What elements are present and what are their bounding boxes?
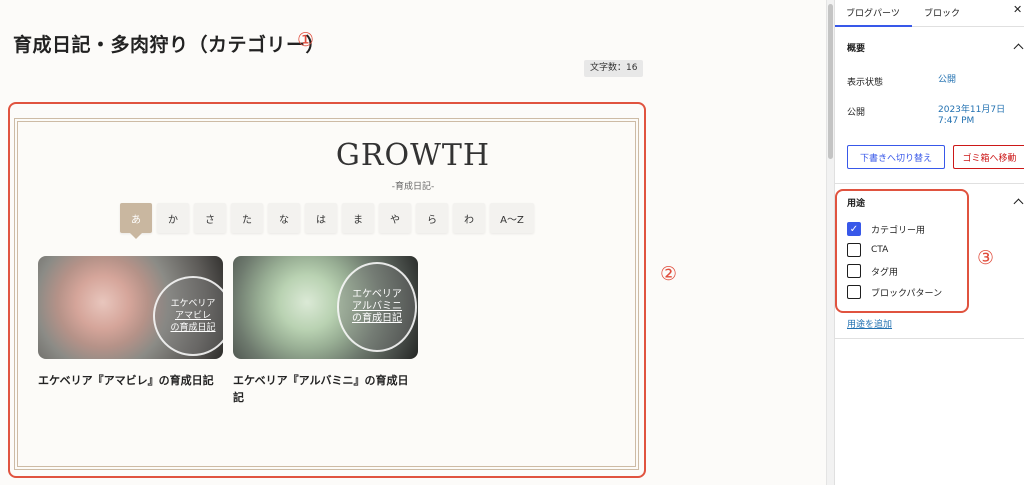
visibility-value[interactable]: 公開 [938, 75, 956, 86]
usage-option-block-pattern[interactable]: ブロックパターン [847, 285, 942, 299]
caption-line: アマビレ [174, 311, 211, 321]
summary-panel-heading[interactable]: 概要 [847, 41, 865, 54]
annotation-2: ② [660, 263, 678, 285]
usage-option-label: ブロックパターン [871, 288, 943, 299]
usage-option-category[interactable]: ✓ カテゴリー用 [847, 222, 925, 236]
move-to-trash-button[interactable]: ゴミ箱へ移動 [953, 145, 1024, 169]
checkbox[interactable] [847, 285, 861, 299]
post-thumbnail[interactable]: エケベリア アルバミニ の育成日記 [233, 256, 418, 359]
page-title[interactable]: 育成日記・多肉狩り（カテゴリー） [13, 30, 325, 57]
caption-line: の育成日記 [352, 313, 402, 324]
checkbox-checked[interactable]: ✓ [847, 222, 861, 236]
add-usage-link[interactable]: 用途を追加 [847, 317, 892, 330]
annotation-1: ① [297, 29, 315, 51]
visibility-label: 表示状態 [847, 78, 884, 88]
settings-sidebar: ブログパーツ ブロック ✕ 概要 表示状態 公開 公開 2023年11月7日 7… [834, 0, 1024, 485]
usage-option-label: CTA [871, 245, 889, 255]
tab-blog-parts[interactable]: ブログパーツ [846, 6, 900, 19]
post-card[interactable]: エケベリア アマビレ の育成日記 エケベリア『アマビレ』の育成日記 [38, 256, 223, 389]
page-title-text[interactable]: 育成日記・多肉狩り（カテゴリー） [13, 34, 325, 56]
annotation-3: ③ [977, 247, 995, 269]
thumbnail-caption-circle: エケベリア アマビレ の育成日記 [153, 276, 223, 356]
scrollbar-thumb[interactable] [828, 4, 833, 159]
post-thumbnail[interactable]: エケベリア アマビレ の育成日記 [38, 256, 223, 359]
checkbox[interactable] [847, 264, 861, 278]
publish-date-link[interactable]: 2023年11月7日 7:47 PM [938, 105, 1005, 127]
caption-line: エケベリア [170, 299, 216, 309]
kana-tab-ta[interactable]: た [231, 203, 263, 233]
kana-tab-ha[interactable]: は [305, 203, 337, 233]
kana-tab-a[interactable]: あ [120, 203, 152, 239]
usage-option-label: カテゴリー用 [871, 225, 926, 236]
kana-tab-az[interactable]: A〜Z [490, 203, 534, 233]
publish-label: 公開 [847, 108, 866, 118]
post-card-title[interactable]: エケベリア『アマビレ』の育成日記 [38, 372, 223, 389]
word-count-badge: 文字数：16 [584, 60, 644, 77]
post-card[interactable]: エケベリア アルバミニ の育成日記 エケベリア『アルバミニ』の育成日記 [233, 256, 418, 406]
publish-date[interactable]: 2023年11月7日 [938, 105, 1005, 116]
kana-tab-sa[interactable]: さ [194, 203, 226, 233]
post-card-title[interactable]: エケベリア『アルバミニ』の育成日記 [233, 372, 418, 406]
close-icon[interactable]: ✕ [1013, 3, 1022, 16]
publish-time[interactable]: 7:47 PM [938, 116, 1005, 127]
pattern-subheading: -育成日記- [391, 182, 435, 192]
editor-scrollbar[interactable] [826, 0, 834, 485]
active-tab-indicator [835, 25, 912, 27]
kana-tab-na[interactable]: な [268, 203, 300, 233]
chevron-up-icon[interactable] [1013, 43, 1024, 54]
caption-line: エケベリア [352, 289, 402, 300]
editor-canvas: 育成日記・多肉狩り（カテゴリー） ① 文字数：16 GROWTH -育成日記- … [0, 0, 826, 485]
kana-tab-ka[interactable]: か [157, 203, 189, 233]
kana-tab-wa[interactable]: わ [453, 203, 485, 233]
tab-block[interactable]: ブロック [924, 6, 960, 19]
usage-option-cta[interactable]: CTA [847, 243, 888, 257]
usage-option-tag[interactable]: タグ用 [847, 264, 898, 278]
pattern-heading: GROWTH [335, 138, 491, 173]
kana-tab-ra[interactable]: ら [416, 203, 448, 233]
kana-tab-ya[interactable]: や [379, 203, 411, 233]
sidebar-tabs: ブログパーツ ブロック ✕ [835, 0, 1024, 27]
kana-tab-row: あ か さ た な は ま や ら わ A〜Z [120, 203, 534, 239]
usage-option-label: タグ用 [871, 267, 899, 278]
divider [835, 338, 1024, 339]
thumbnail-caption-circle: エケベリア アルバミニ の育成日記 [337, 262, 417, 352]
kana-tab-ma[interactable]: ま [342, 203, 374, 233]
divider [835, 183, 1024, 184]
caption-line: アルバミニ [352, 301, 402, 312]
chevron-up-icon[interactable] [1013, 198, 1024, 209]
switch-to-draft-button[interactable]: 下書きへ切り替え [847, 145, 945, 169]
caption-line: の育成日記 [170, 323, 216, 333]
usage-panel-heading[interactable]: 用途 [847, 196, 865, 209]
checkbox[interactable] [847, 243, 861, 257]
